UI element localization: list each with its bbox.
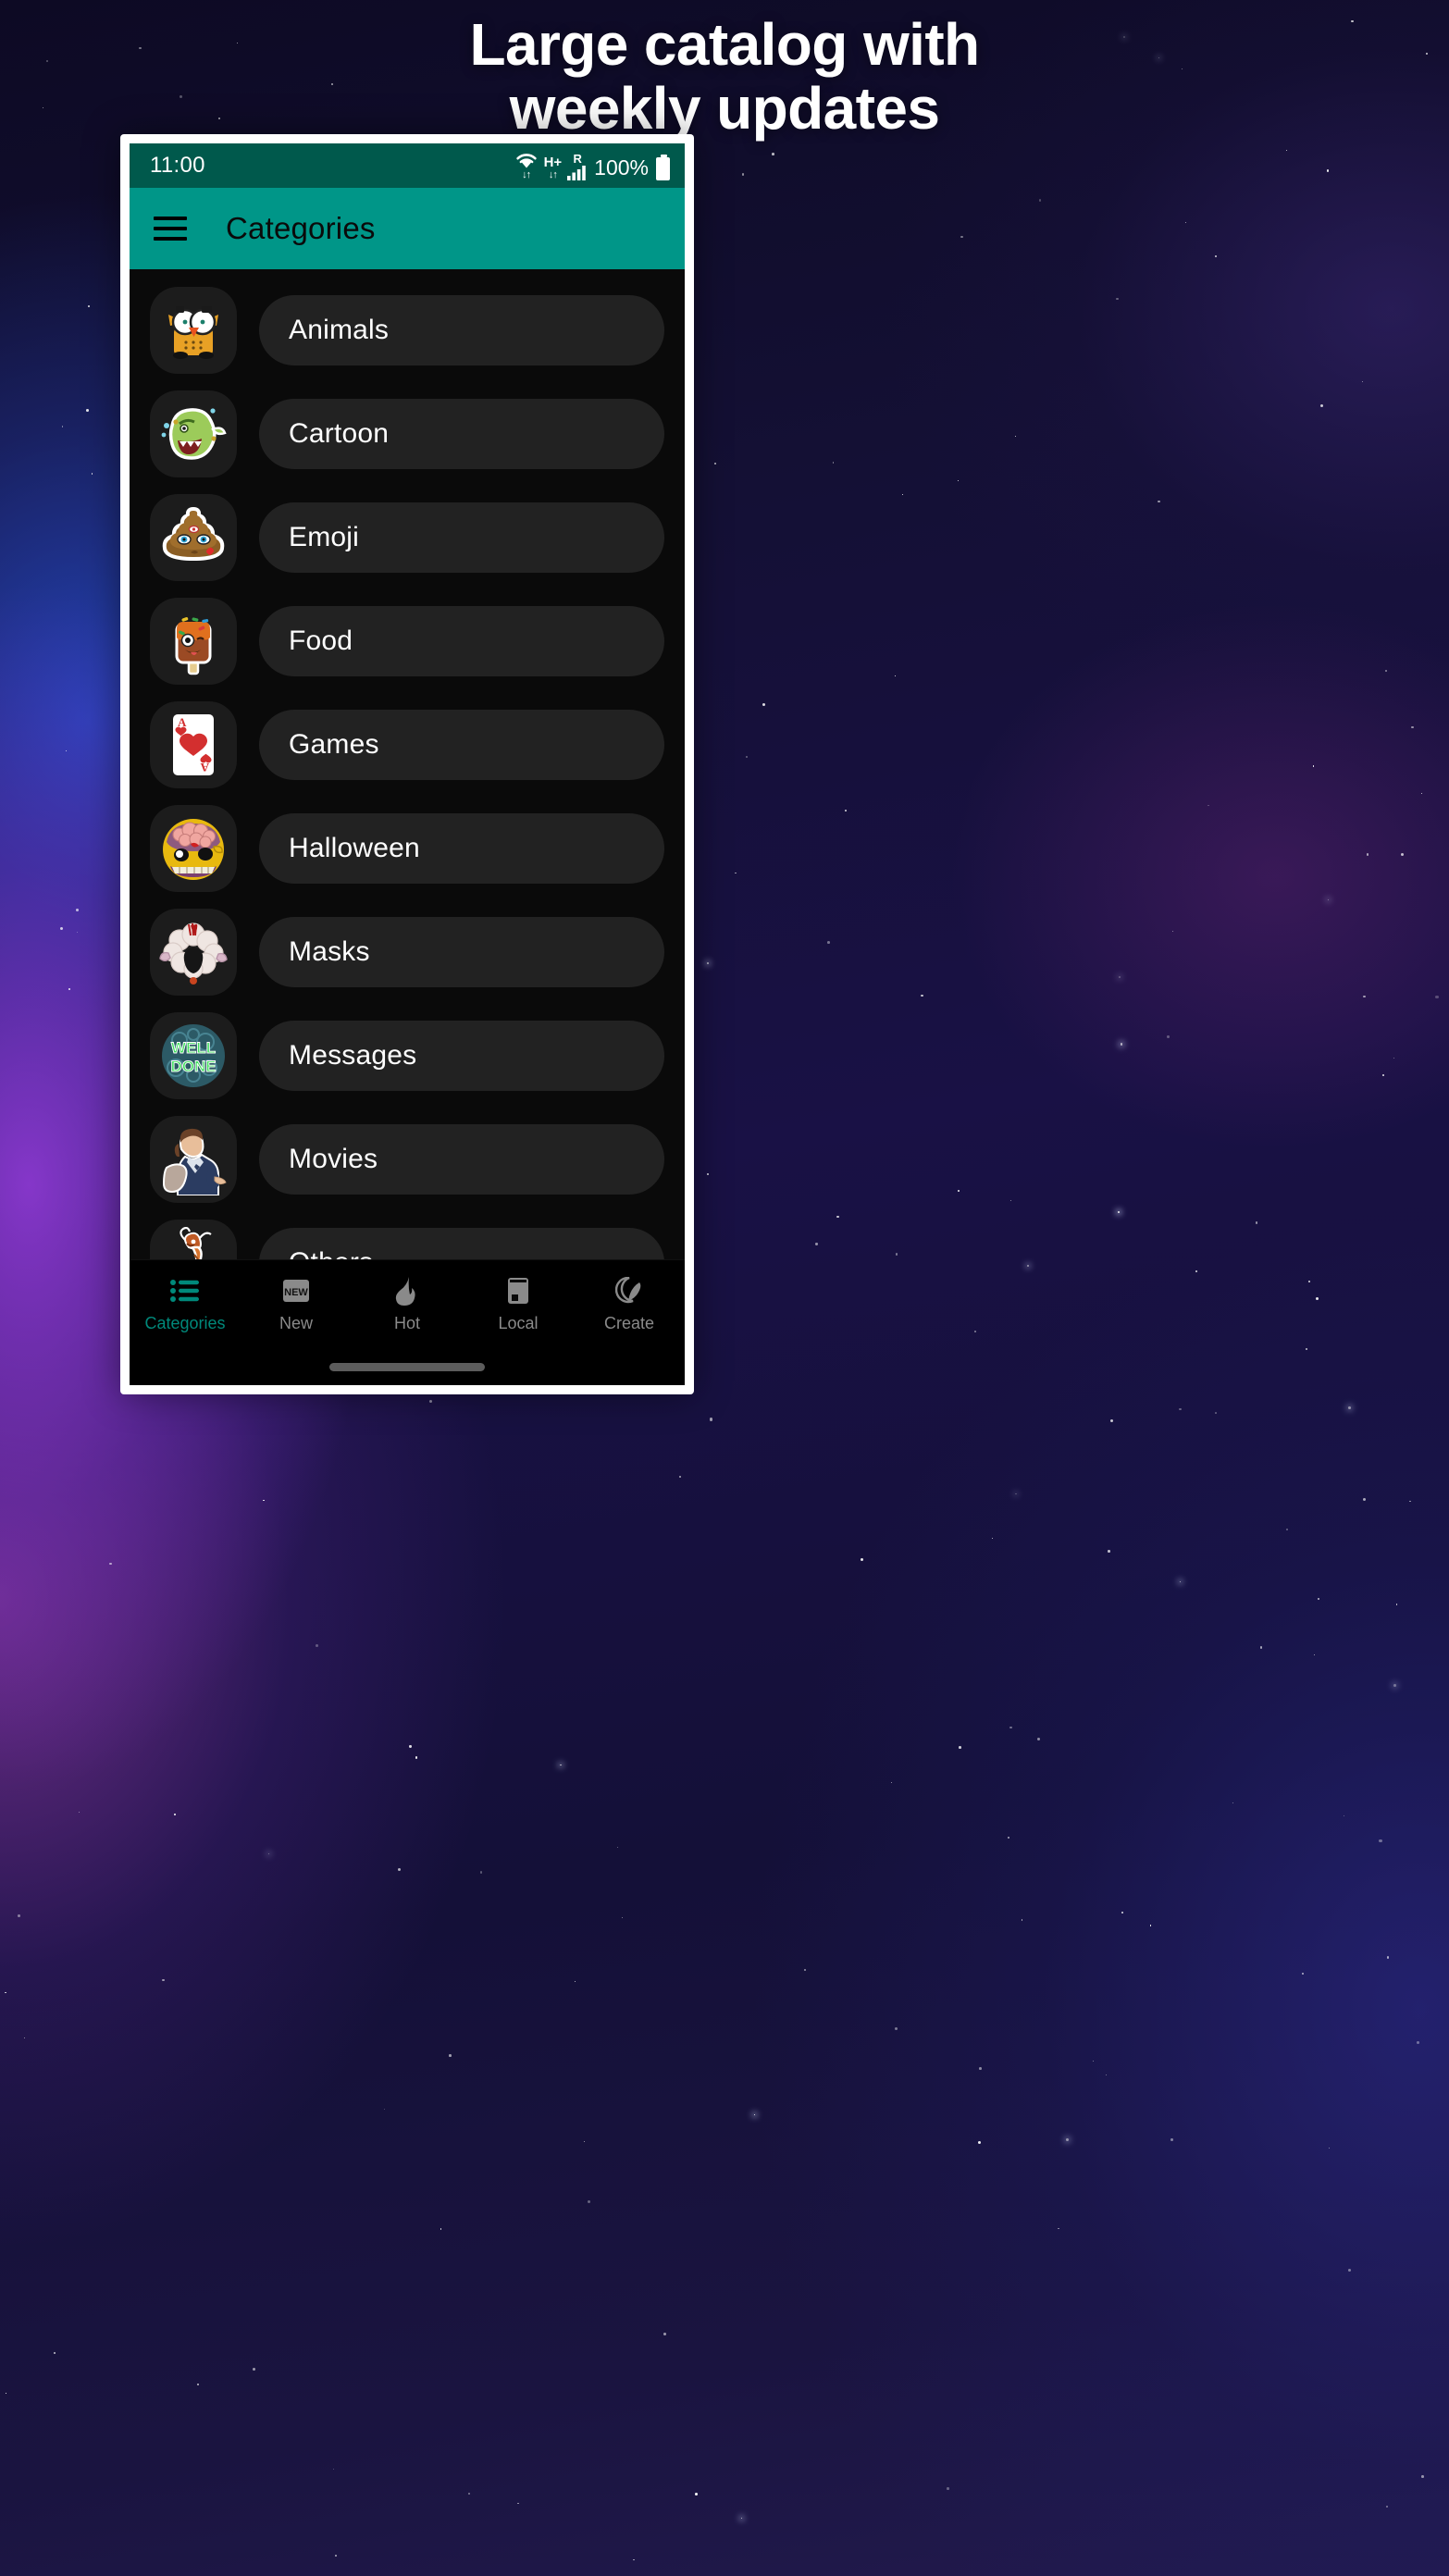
new-badge-icon: NEW — [282, 1275, 310, 1307]
bottom-nav-item-local[interactable]: Local — [463, 1275, 574, 1333]
category-list[interactable]: Animals Cartoon Emoji Food A A Games Halloween M… — [130, 269, 685, 1259]
status-bar: 11:00 ↓↑ H+ ↓↑ R 100% — [130, 143, 685, 188]
svg-text:NEW: NEW — [284, 1287, 308, 1298]
category-list-item[interactable]: Food — [130, 589, 685, 693]
wifi-icon: ↓↑ — [514, 152, 539, 180]
well-done-neon-text-sticker: WELL DONE — [150, 1012, 237, 1099]
bottom-nav-label: Hot — [393, 1314, 420, 1332]
home-indicator[interactable] — [329, 1362, 485, 1371]
category-label[interactable]: Animals — [259, 295, 664, 365]
wifi-data-arrows: ↓↑ — [522, 168, 531, 180]
app-bar-title: Categories — [226, 211, 376, 245]
bottom-navigation-bar[interactable]: Categories NEW New Hot Local Create — [130, 1259, 685, 1348]
category-label[interactable]: Cartoon — [259, 399, 664, 469]
svg-text:DONE: DONE — [170, 1058, 216, 1075]
category-list-item[interactable]: Halloween — [130, 797, 685, 900]
network-type-indicator: H+ ↓↑ — [544, 155, 563, 180]
poop-kiss-emoji-sticker — [150, 494, 237, 581]
category-list-item[interactable]: Cartoon — [130, 382, 685, 486]
phone-mockup-frame: 11:00 ↓↑ H+ ↓↑ R 100% Categories Animals… — [120, 134, 694, 1394]
owl-sticker — [150, 287, 237, 374]
ace-of-hearts-card-sticker: AA — [150, 701, 237, 788]
bottom-nav-label: Categories — [144, 1314, 226, 1332]
flame-icon — [395, 1275, 419, 1307]
ice-cream-bar-sticker — [150, 598, 237, 685]
category-list-item[interactable]: WELL DONE Messages — [130, 1004, 685, 1108]
category-list-item[interactable]: Others — [130, 1211, 685, 1259]
quill-pen-icon — [615, 1275, 643, 1307]
bottom-nav-item-create[interactable]: Create — [574, 1275, 685, 1333]
bottom-nav-label: New — [279, 1314, 313, 1332]
signal-bars-icon: R — [567, 153, 588, 180]
bottom-nav-item-hot[interactable]: Hot — [352, 1275, 463, 1333]
category-label[interactable]: Messages — [259, 1021, 664, 1091]
category-label[interactable]: Masks — [259, 917, 664, 987]
battery-percent-label: 100% — [594, 155, 649, 180]
headline-line-2: weekly updates — [509, 75, 940, 142]
category-list-item[interactable]: Animals — [130, 279, 685, 382]
status-bar-icons: ↓↑ H+ ↓↑ R 100% — [514, 152, 670, 180]
battery-full-icon — [656, 154, 670, 180]
category-label[interactable]: Emoji — [259, 502, 664, 573]
category-label[interactable]: Halloween — [259, 813, 664, 884]
bottom-nav-item-categories[interactable]: Categories — [130, 1275, 241, 1333]
app-bar: Categories — [130, 188, 685, 269]
sheep-mask-sticker — [150, 909, 237, 996]
headline-line-1: Large catalog with — [469, 11, 980, 78]
network-type-label: H+ — [543, 154, 563, 170]
roaming-label: R — [573, 151, 582, 166]
home-indicator-area — [130, 1348, 685, 1385]
list-icon — [170, 1275, 200, 1307]
page-title: Large catalog with weekly updates — [0, 11, 1449, 142]
category-label[interactable]: Games — [259, 710, 664, 780]
man-in-blue-suit-sticker — [150, 1116, 237, 1203]
brain-zombie-mask-sticker — [150, 805, 237, 892]
status-bar-clock: 11:00 — [150, 153, 205, 178]
svg-text:WELL: WELL — [171, 1039, 216, 1057]
category-list-item[interactable]: Emoji — [130, 486, 685, 589]
phone-screen: 11:00 ↓↑ H+ ↓↑ R 100% Categories Animals… — [130, 143, 685, 1385]
category-label[interactable]: Movies — [259, 1124, 664, 1195]
category-list-item[interactable]: Movies — [130, 1108, 685, 1211]
device-icon — [507, 1275, 529, 1307]
orange-creature-sticker — [150, 1220, 237, 1259]
bottom-nav-label: Local — [498, 1314, 539, 1332]
bottom-nav-item-new[interactable]: NEW New — [241, 1275, 352, 1333]
category-list-item[interactable]: Masks — [130, 900, 685, 1004]
mobile-data-arrows: ↓↑ — [548, 168, 558, 180]
category-label[interactable]: Others — [259, 1228, 664, 1259]
category-list-item[interactable]: A A Games — [130, 693, 685, 797]
green-monster-sticker — [150, 390, 237, 477]
bottom-nav-label: Create — [603, 1314, 655, 1332]
category-label[interactable]: Food — [259, 606, 664, 676]
hamburger-menu-icon[interactable] — [154, 217, 187, 241]
